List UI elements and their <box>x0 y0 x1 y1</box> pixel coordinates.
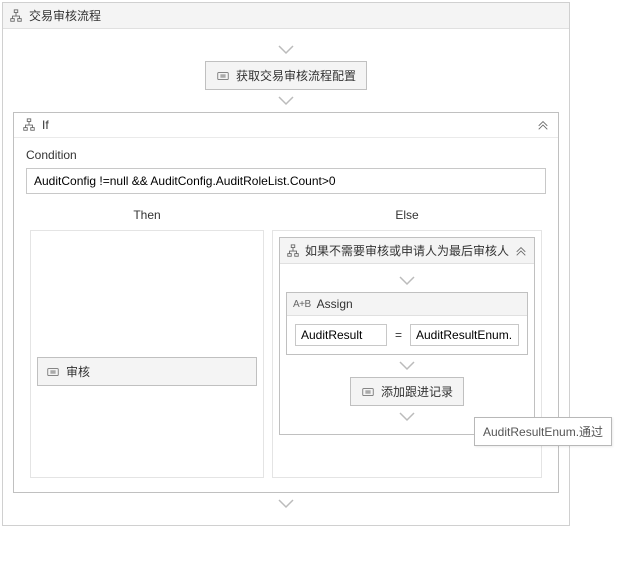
assign-value-input[interactable] <box>410 324 519 346</box>
flow-arrow-icon <box>277 499 295 509</box>
activity-icon <box>216 69 230 83</box>
assign-to-input[interactable] <box>295 324 387 346</box>
if-branches: Then 审核 Else <box>26 204 546 478</box>
nested-sequence[interactable]: 如果不需要审核或申请人为最后审核人 <box>279 237 535 435</box>
flow-arrow-icon <box>398 361 416 371</box>
collapse-icon[interactable] <box>514 244 528 258</box>
flowchart-icon <box>286 244 300 258</box>
flowchart-icon <box>9 9 23 23</box>
nested-body: A+B Assign = <box>280 264 534 434</box>
activity-label: 获取交易审核流程配置 <box>236 67 356 84</box>
workflow-title: 交易审核流程 <box>29 7 563 24</box>
decision-icon <box>22 118 36 132</box>
condition-label: Condition <box>26 148 546 162</box>
then-drop-zone[interactable]: 审核 <box>30 230 264 478</box>
then-header: Then <box>26 204 268 230</box>
nested-header: 如果不需要审核或申请人为最后审核人 <box>280 238 534 264</box>
assign-header: A+B Assign <box>287 293 527 316</box>
value-tooltip: AuditResultEnum.通过 <box>474 417 612 446</box>
workflow-header: 交易审核流程 <box>3 3 569 29</box>
workflow-designer-panel: 交易审核流程 获取交易审核流程配置 If <box>2 2 570 526</box>
if-title: If <box>42 118 530 132</box>
collapse-icon[interactable] <box>536 118 550 132</box>
flow-arrow-icon <box>277 96 295 106</box>
activity-icon <box>361 385 375 399</box>
activity-label: 审核 <box>66 363 90 380</box>
if-header: If <box>14 113 558 138</box>
assign-badge-icon: A+B <box>293 299 311 310</box>
workflow-body: 获取交易审核流程配置 If Condition <box>3 29 569 525</box>
flow-arrow-icon <box>398 276 416 286</box>
assign-title: Assign <box>317 297 353 311</box>
audit-activity[interactable]: 审核 <box>37 357 257 386</box>
flow-arrow-icon <box>398 412 416 422</box>
condition-input[interactable] <box>26 168 546 194</box>
equals-label: = <box>393 328 404 342</box>
assign-body: = <box>287 316 527 354</box>
flow-arrow-icon <box>277 45 295 55</box>
else-header: Else <box>268 204 546 230</box>
add-track-activity[interactable]: 添加跟进记录 <box>350 377 464 406</box>
nested-title: 如果不需要审核或申请人为最后审核人 <box>305 242 509 259</box>
activity-icon <box>46 365 60 379</box>
assign-activity[interactable]: A+B Assign = <box>286 292 528 355</box>
get-config-activity[interactable]: 获取交易审核流程配置 <box>205 61 367 90</box>
then-branch: Then 审核 <box>26 204 268 478</box>
activity-label: 添加跟进记录 <box>381 383 453 400</box>
